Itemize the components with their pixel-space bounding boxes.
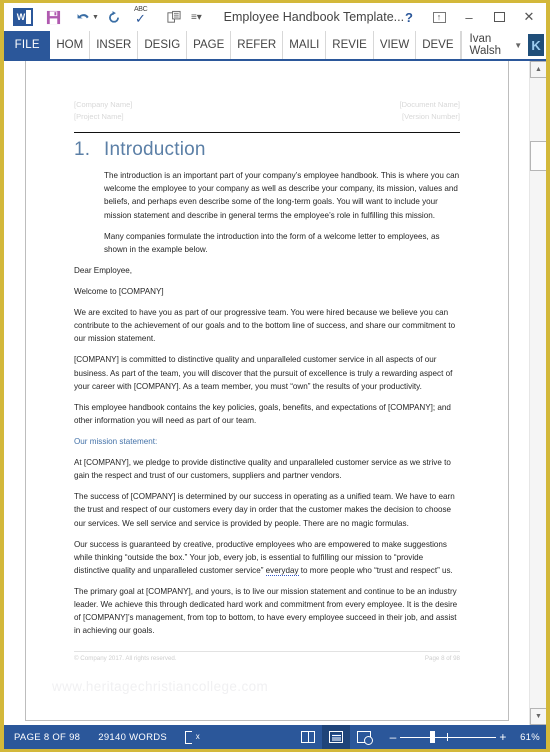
tab-home[interactable]: HOM — [50, 31, 91, 59]
document-work-area: [Company Name] [Project Name] [Document … — [4, 61, 546, 725]
account-name[interactable]: Ivan Walsh — [470, 33, 511, 57]
paragraph-salutation: Dear Employee, — [74, 265, 133, 275]
page-footer: © Company 2017. All rights reserved. Pag… — [74, 651, 460, 662]
tab-view[interactable]: VIEW — [374, 31, 417, 59]
page-title: 1. Introduction — [74, 139, 460, 161]
customize-qat-icon[interactable]: ≡▾ — [191, 12, 202, 23]
ribbon-tab-bar: FILE HOM INSER DESIG PAGE REFER MAILI RE… — [4, 31, 546, 61]
footer-rule — [74, 651, 460, 652]
watermark-text: www.heritagechristiancollege.com — [52, 679, 269, 694]
maximize-icon[interactable] — [484, 4, 514, 30]
document-page[interactable]: [Company Name] [Project Name] [Document … — [25, 61, 509, 721]
tab-page-layout[interactable]: PAGE — [187, 31, 232, 59]
redo-icon[interactable] — [99, 4, 129, 30]
zoom-slider[interactable]: – + — [386, 730, 510, 744]
web-layout-view-button[interactable] — [350, 725, 378, 749]
vertical-scrollbar[interactable]: ▲ ▼ — [529, 61, 546, 725]
paragraph-committed: [COMPANY] is committed to distinctive qu… — [74, 355, 453, 391]
footer-copyright: © Company 2017. All rights reserved. — [74, 655, 177, 662]
header-project-name: [Project Name] — [74, 111, 124, 121]
zoom-in-button[interactable]: + — [496, 730, 510, 744]
scroll-down-icon[interactable]: ▼ — [530, 708, 546, 725]
print-preview-icon[interactable] — [159, 4, 189, 30]
quick-access-toolbar: W ▼ ABC ✓ ≡▾ — [8, 4, 202, 30]
account-area[interactable]: Ivan Walsh ▼ K — [460, 31, 546, 59]
scroll-up-icon[interactable]: ▲ — [530, 61, 546, 78]
paragraph-primary-goal: The primary goal at [COMPANY], and yours… — [74, 586, 458, 636]
paragraph-excited: We are excited to have you as part of ou… — [74, 308, 456, 344]
heading-rule — [74, 132, 460, 134]
paragraph-success-unified: The success of [COMPANY] is determined b… — [74, 492, 455, 528]
checkmark-icon: ✓ — [134, 11, 146, 26]
tab-design[interactable]: DESIG — [138, 31, 188, 59]
spelling-check-icon[interactable]: ABC ✓ — [129, 4, 159, 30]
word-window: W ▼ ABC ✓ ≡▾ Employee Handbook Template.… — [0, 0, 550, 752]
paragraph-mission-label: Our mission statement: — [74, 437, 158, 446]
save-icon[interactable] — [38, 4, 68, 30]
zoom-out-button[interactable]: – — [386, 730, 400, 744]
tab-insert[interactable]: INSER — [90, 31, 139, 59]
heading-number: 1. — [74, 139, 91, 161]
word-app-icon[interactable]: W — [8, 4, 38, 30]
zoom-level-label[interactable]: 61% — [520, 732, 540, 743]
tab-file[interactable]: FILE — [4, 31, 51, 59]
minimize-icon[interactable]: – — [454, 4, 484, 30]
avatar[interactable]: K — [528, 34, 544, 56]
header-document-name: [Document Name] — [399, 100, 460, 109]
header-company-name: [Company Name] — [74, 100, 133, 109]
paragraph-welcome: Welcome to [COMPANY] — [74, 287, 164, 297]
paragraph-handbook-contains: This employee handbook contains the key … — [74, 402, 451, 425]
header-version-number: [Version Number] — [402, 111, 460, 121]
scrollbar-thumb[interactable] — [530, 141, 546, 171]
heading-text: Introduction — [104, 139, 206, 161]
zoom-slider-thumb[interactable] — [430, 731, 435, 743]
paragraph-intro-1: The introduction is an important part of… — [104, 171, 460, 220]
word-count[interactable]: 29140 WORDS — [98, 732, 167, 743]
proofing-errors-icon[interactable]: x — [185, 730, 200, 744]
grammar-error-word[interactable]: everyday — [265, 565, 299, 576]
footer-page-number: Page 8 of 98 — [424, 655, 460, 662]
zoom-track[interactable] — [400, 730, 497, 744]
page-indicator[interactable]: PAGE 8 OF 98 — [14, 732, 80, 743]
help-icon[interactable]: ? — [394, 4, 424, 30]
page-header: [Company Name] [Project Name] [Document … — [74, 61, 460, 122]
word-logo-letter: W — [16, 12, 26, 22]
tab-developer[interactable]: DEVE — [416, 31, 461, 59]
print-layout-view-button[interactable] — [322, 725, 351, 749]
text-after-squiggle: to more people who “trust and respect” u… — [298, 565, 453, 575]
paragraph-success-guaranteed: Our success is guaranteed by creative, p… — [74, 538, 460, 577]
window-controls: ? – ✕ — [394, 3, 544, 31]
read-mode-view-button[interactable] — [294, 725, 322, 749]
ribbon-display-options-icon[interactable] — [424, 4, 454, 30]
tab-references[interactable]: REFER — [231, 31, 284, 59]
status-bar: PAGE 8 OF 98 29140 WORDS x – + 61% — [4, 725, 546, 749]
chevron-down-icon[interactable]: ▼ — [514, 41, 522, 50]
tab-mailings[interactable]: MAILI — [283, 31, 327, 59]
paragraph-pledge: At [COMPANY], we pledge to provide disti… — [74, 458, 451, 481]
title-bar: W ▼ ABC ✓ ≡▾ Employee Handbook Template.… — [4, 3, 546, 31]
undo-dropdown-icon[interactable]: ▼ — [92, 14, 99, 21]
view-buttons: – + 61% — [294, 725, 546, 749]
close-icon[interactable]: ✕ — [514, 4, 544, 30]
paragraph-intro-2: Many companies formulate the introductio… — [104, 231, 440, 254]
tab-review[interactable]: REVIE — [326, 31, 374, 59]
